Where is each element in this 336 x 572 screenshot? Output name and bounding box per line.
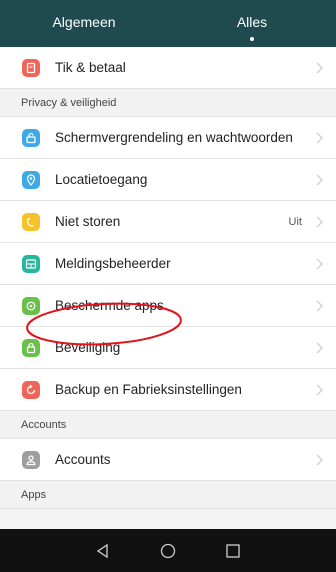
settings-item-label: Meldingsbeheerder — [55, 256, 171, 271]
shield-lock-icon — [22, 338, 40, 357]
settings-item-backup[interactable]: Backup en Fabrieksinstellingen — [0, 369, 336, 411]
card-icon — [22, 58, 40, 77]
settings-item-label: Locatietoegang — [55, 172, 148, 187]
chevron-right-icon — [316, 258, 323, 269]
section-header-apps: Apps — [0, 481, 336, 509]
section-accounts-label: Accounts — [21, 418, 67, 431]
chevron-right-icon — [316, 342, 323, 353]
tab-general[interactable]: Algemeen — [0, 0, 168, 47]
chevron-right-icon — [316, 300, 323, 311]
protected-apps-icon — [22, 296, 40, 315]
settings-item-pay[interactable]: Tik & betaal — [0, 47, 336, 89]
section-header-privacy: Privacy & veiligheid — [0, 89, 336, 117]
chevron-right-icon — [316, 174, 323, 185]
chevron-right-icon — [316, 62, 323, 73]
section-apps-label: Apps — [21, 488, 47, 501]
settings-item-value: Uit — [288, 215, 302, 228]
navigation-bar — [0, 529, 336, 572]
active-tab-indicator — [250, 37, 254, 41]
backup-icon — [22, 380, 40, 399]
settings-item-label: Schermvergrendeling en wachtwoorden — [55, 130, 293, 145]
person-icon — [22, 450, 40, 469]
recents-icon[interactable] — [223, 541, 243, 561]
settings-item-accounts[interactable]: Accounts — [0, 439, 336, 481]
tab-all-label: Alles — [236, 13, 268, 30]
settings-item-label: Tik & betaal — [55, 60, 126, 75]
back-icon[interactable] — [93, 541, 113, 561]
tab-bar: Algemeen Alles — [0, 0, 336, 47]
settings-item-security[interactable]: Beveiliging — [0, 327, 336, 369]
moon-icon — [22, 212, 40, 231]
settings-item-location[interactable]: Locatietoegang — [0, 159, 336, 201]
tab-all[interactable]: Alles — [168, 0, 336, 47]
settings-item-label: Accounts — [55, 452, 111, 467]
settings-item-notification-manager[interactable]: Meldingsbeheerder — [0, 243, 336, 285]
settings-item-lock-screen[interactable]: Schermvergrendeling en wachtwoorden — [0, 117, 336, 159]
settings-list: Tik & betaal Privacy & veiligheid Scherm… — [0, 47, 336, 509]
section-privacy-label: Privacy & veiligheid — [21, 96, 117, 109]
chevron-right-icon — [316, 384, 323, 395]
settings-item-protected-apps[interactable]: Beschermde apps — [0, 285, 336, 327]
chevron-right-icon — [316, 216, 323, 227]
chevron-right-icon — [316, 132, 323, 143]
settings-item-do-not-disturb[interactable]: Niet storen Uit — [0, 201, 336, 243]
section-header-accounts: Accounts — [0, 411, 336, 439]
tab-general-label: Algemeen — [52, 13, 116, 30]
home-icon[interactable] — [158, 541, 178, 561]
settings-item-label: Beschermde apps — [55, 298, 164, 313]
location-icon — [22, 170, 40, 189]
settings-item-label: Backup en Fabrieksinstellingen — [55, 382, 242, 397]
notification-manager-icon — [22, 254, 40, 273]
settings-item-label: Niet storen — [55, 214, 121, 229]
settings-item-label: Beveiliging — [55, 340, 121, 355]
lock-screen-icon — [22, 128, 40, 147]
chevron-right-icon — [316, 454, 323, 465]
